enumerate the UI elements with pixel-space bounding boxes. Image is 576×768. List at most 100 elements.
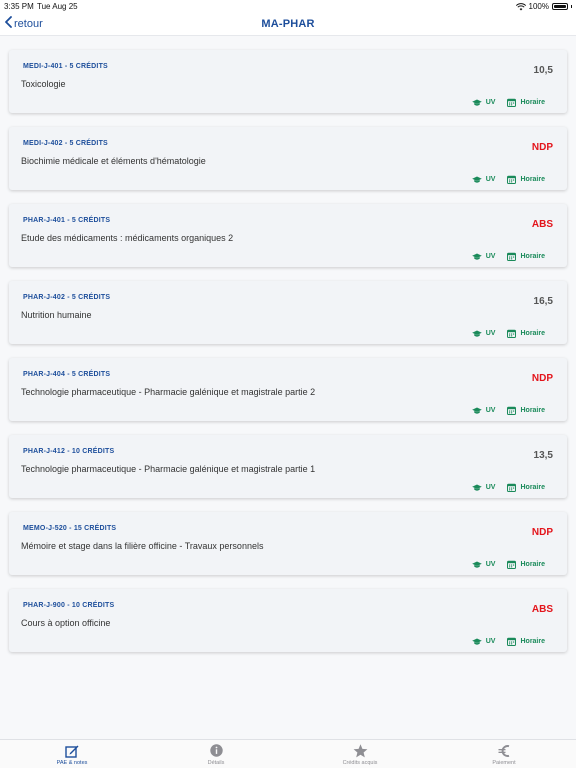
schedule-label: Horaire <box>520 330 545 337</box>
course-card[interactable]: PHAR-J-900 - 10 CRÉDITS Cours à option of… <box>9 589 567 652</box>
uv-button[interactable]: UV <box>471 637 496 646</box>
course-grade: 10,5 <box>533 65 553 76</box>
schedule-label: Horaire <box>520 99 545 106</box>
uv-button[interactable]: UV <box>471 175 496 184</box>
schedule-button[interactable]: Horaire <box>507 98 545 107</box>
uv-label: UV <box>485 176 496 183</box>
schedule-label: Horaire <box>520 407 545 414</box>
tab-3[interactable]: Crédits acquis <box>288 740 432 768</box>
course-code: PHAR-J-401 - 5 CRÉDITS <box>23 217 111 224</box>
calendar-icon <box>507 252 517 261</box>
tab-4[interactable]: Paiement <box>432 740 576 768</box>
course-card[interactable]: MEDI-J-401 - 5 CRÉDITS Toxicologie 10,5 UV H… <box>9 50 567 113</box>
schedule-button[interactable]: Horaire <box>507 329 545 338</box>
course-card[interactable]: MEMO-J-520 - 15 CRÉDITS Mémoire et stage … <box>9 512 567 575</box>
uv-button[interactable]: UV <box>471 406 496 415</box>
calendar-icon <box>507 560 517 569</box>
graduation-cap-icon <box>471 638 482 646</box>
status-time: 3:35 PM <box>4 2 34 11</box>
schedule-label: Horaire <box>520 253 545 260</box>
schedule-button[interactable]: Horaire <box>507 175 545 184</box>
star-icon <box>353 743 368 758</box>
battery-percent: 100% <box>528 2 549 11</box>
schedule-label: Horaire <box>520 561 545 568</box>
course-actions: UV Horaire <box>471 483 545 492</box>
tab-2[interactable]: Détails <box>144 740 288 768</box>
tab-1[interactable]: PAE & notes <box>0 740 144 768</box>
schedule-button[interactable]: Horaire <box>507 406 545 415</box>
graduation-cap-icon <box>471 484 482 492</box>
tab-label: PAE & notes <box>56 760 88 766</box>
course-card[interactable]: PHAR-J-404 - 5 CRÉDITS Technologie pharma… <box>9 358 567 421</box>
uv-label: UV <box>485 638 496 645</box>
graduation-cap-icon <box>471 407 482 415</box>
calendar-icon <box>507 637 517 646</box>
tab-label: Détails <box>207 760 225 766</box>
uv-label: UV <box>485 99 496 106</box>
graduation-cap-icon <box>471 253 482 261</box>
uv-label: UV <box>485 407 496 414</box>
schedule-label: Horaire <box>520 484 545 491</box>
course-actions: UV Horaire <box>471 637 545 646</box>
course-title: Toxicologie <box>21 79 66 89</box>
tab-bar: PAE & notes Détails Crédits acquis Paiement <box>0 739 576 768</box>
course-grade: 16,5 <box>533 296 553 307</box>
calendar-icon <box>507 406 517 415</box>
course-card[interactable]: MEDI-J-402 - 5 CRÉDITS Biochimie médicale… <box>9 127 567 190</box>
page-title: MA-PHAR <box>261 18 315 30</box>
uv-button[interactable]: UV <box>471 252 496 261</box>
battery-tip <box>571 5 572 8</box>
tab-label: Paiement <box>492 760 516 766</box>
battery-icon <box>552 3 568 10</box>
course-list: MEDI-J-401 - 5 CRÉDITS Toxicologie 10,5 UV H… <box>9 50 567 666</box>
status-bar: 3:35 PM Tue Aug 25 100% <box>0 0 576 14</box>
course-grade: NDP <box>531 527 553 538</box>
calendar-icon <box>507 483 517 492</box>
uv-button[interactable]: UV <box>471 560 496 569</box>
course-title: Nutrition humaine <box>21 310 92 320</box>
graduation-cap-icon <box>471 176 482 184</box>
status-right: 100% <box>515 2 572 11</box>
course-code: MEMO-J-520 - 15 CRÉDITS <box>23 525 117 532</box>
schedule-button[interactable]: Horaire <box>507 560 545 569</box>
course-code: MEDI-J-401 - 5 CRÉDITS <box>23 63 108 70</box>
course-title: Technologie pharmaceutique - Pharmacie g… <box>21 387 316 397</box>
course-card[interactable]: PHAR-J-401 - 5 CRÉDITS Etude des médicame… <box>9 204 567 267</box>
course-code: PHAR-J-404 - 5 CRÉDITS <box>23 371 111 378</box>
uv-label: UV <box>485 253 496 260</box>
course-code: PHAR-J-412 - 10 CRÉDITS <box>23 448 115 455</box>
uv-button[interactable]: UV <box>471 329 495 338</box>
schedule-button[interactable]: Horaire <box>507 483 545 492</box>
status-date: Tue Aug 25 <box>37 2 78 11</box>
tab-label: Crédits acquis <box>342 760 378 766</box>
course-grade: NDP <box>531 142 553 153</box>
course-actions: UV Horaire <box>471 175 545 184</box>
schedule-label: Horaire <box>520 176 545 183</box>
course-actions: UV Horaire <box>471 98 545 107</box>
wifi-icon <box>515 2 526 11</box>
calendar-icon <box>507 98 517 107</box>
calendar-icon <box>507 175 517 184</box>
course-title: Technologie pharmaceutique - Pharmacie g… <box>21 464 316 474</box>
graduation-cap-icon <box>471 99 482 107</box>
uv-button[interactable]: UV <box>471 483 496 492</box>
course-grade: 13,5 <box>533 450 553 461</box>
course-title: Cours à option officine <box>21 618 111 628</box>
euro-icon <box>498 743 510 758</box>
course-title: Mémoire et stage dans la filière officin… <box>21 541 264 551</box>
info-icon <box>209 743 223 758</box>
uv-label: UV <box>485 561 496 568</box>
course-card[interactable]: PHAR-J-402 - 5 CRÉDITS Nutrition humaine 1… <box>9 281 567 344</box>
graduation-cap-icon <box>471 561 482 569</box>
schedule-label: Horaire <box>520 638 545 645</box>
edit-icon <box>65 743 79 758</box>
course-card[interactable]: PHAR-J-412 - 10 CRÉDITS Technologie pharm… <box>9 435 567 498</box>
calendar-icon <box>507 329 517 338</box>
schedule-button[interactable]: Horaire <box>507 637 545 646</box>
uv-button[interactable]: UV <box>471 98 496 107</box>
course-actions: UV Horaire <box>471 406 545 415</box>
schedule-button[interactable]: Horaire <box>507 252 545 261</box>
course-grade: ABS <box>531 604 553 615</box>
course-title: Etude des médicaments : médicaments orga… <box>21 233 234 243</box>
uv-label: UV <box>485 484 496 491</box>
